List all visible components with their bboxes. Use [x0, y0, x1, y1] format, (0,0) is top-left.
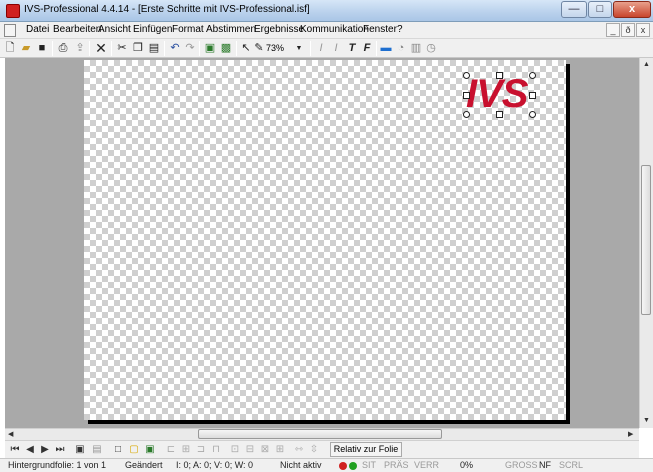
- align-center-icon: ⊞: [181, 444, 191, 455]
- paste-icon[interactable]: ▤: [147, 40, 161, 57]
- menu-bar: Datei Bearbeiten Ansicht Einfügen Format…: [0, 22, 653, 39]
- status-sit: SIT: [362, 460, 377, 470]
- chart-bar-icon[interactable]: ▥: [409, 40, 423, 57]
- next-slide-icon[interactable]: ▶: [39, 443, 51, 457]
- italic-disabled-icon: I: [319, 42, 323, 54]
- menu-help[interactable]: ?: [397, 24, 403, 35]
- same-height-icon: ⊞: [275, 444, 285, 455]
- status-percent: 0%: [460, 460, 474, 470]
- open-folder-icon[interactable]: ▰: [19, 40, 33, 57]
- export-icon[interactable]: ⇪: [73, 40, 87, 57]
- scroll-right-icon[interactable]: ▶: [628, 430, 633, 440]
- previous-slide-icon[interactable]: ◀: [24, 443, 36, 457]
- selection-handle[interactable]: [529, 72, 536, 79]
- selection-handle[interactable]: [463, 111, 470, 118]
- selection-handle[interactable]: [463, 92, 470, 99]
- new-file-icon[interactable]: 🗋: [3, 40, 17, 57]
- yellow-slide-icon[interactable]: ▢: [127, 443, 141, 457]
- ivs-logo[interactable]: IVS: [466, 74, 528, 114]
- selection-handle[interactable]: [529, 92, 536, 99]
- print-icon[interactable]: ⎙: [56, 40, 70, 57]
- window-title: IVS-Professional 4.4.14 - [Erste Schritt…: [24, 4, 310, 15]
- horizontal-scroll-thumb[interactable]: [198, 429, 442, 439]
- minimize-button[interactable]: —: [561, 1, 587, 18]
- pointer-icon[interactable]: ↖: [240, 40, 252, 57]
- slide-list-icon[interactable]: ▤: [90, 443, 104, 457]
- status-nf: NF: [539, 460, 551, 470]
- maximize-button[interactable]: □: [588, 1, 612, 18]
- zoom-dropdown-icon[interactable]: ▼: [294, 40, 304, 57]
- status-bar: Hintergrundfolie: 1 von 1 Geändert I: 0;…: [0, 458, 653, 472]
- copy-icon[interactable]: ❐: [131, 40, 145, 57]
- spacing-v-icon: ⇳: [309, 444, 319, 455]
- same-width-icon: ⊠: [260, 444, 270, 455]
- italic-icon: I: [334, 42, 338, 54]
- red-status-led-icon: [339, 462, 347, 470]
- menu-datei[interactable]: Datei: [26, 24, 49, 35]
- distribute-v-icon: ⊟: [245, 444, 255, 455]
- delete-icon[interactable]: ✕: [93, 40, 109, 57]
- first-slide-icon[interactable]: ⏮: [9, 443, 21, 457]
- menu-ergebnisse[interactable]: Ergebnisse: [254, 24, 304, 35]
- selection-handle[interactable]: [463, 72, 470, 79]
- undo-icon[interactable]: ↶: [168, 40, 182, 57]
- app-icon[interactable]: [6, 4, 20, 18]
- toolbar: 🗋 ▰ ■ ⎙ ⇪ ✕ ✂ ❐ ▤ ↶ ↷ ▣ ▩ ↖ ✎ 73% ▼ I I …: [0, 39, 653, 58]
- vertical-scroll-thumb[interactable]: [641, 165, 651, 315]
- status-background-slide: Hintergrundfolie: 1 von 1: [8, 460, 107, 470]
- align-right-icon: ⊐: [196, 444, 206, 455]
- relative-to-slide-button[interactable]: Relativ zur Folie: [330, 442, 402, 457]
- pen-icon[interactable]: ✎: [253, 40, 265, 57]
- status-active: Nicht aktiv: [280, 460, 322, 470]
- cut-icon[interactable]: ✂: [115, 40, 129, 57]
- status-gross: GROSS: [505, 460, 538, 470]
- menu-abstimmen[interactable]: Abstimmen: [206, 24, 256, 35]
- document-icon[interactable]: [4, 24, 16, 37]
- save-icon[interactable]: ■: [35, 40, 49, 57]
- selection-handle[interactable]: [496, 72, 503, 79]
- selection-handle[interactable]: [529, 111, 536, 118]
- align-top-icon: ⊓: [212, 444, 220, 455]
- send-backward-icon[interactable]: ▩: [219, 40, 233, 57]
- status-changed: Geändert: [125, 460, 163, 470]
- timer-icon[interactable]: ◷: [424, 40, 438, 57]
- bring-forward-icon[interactable]: ▣: [203, 40, 217, 57]
- last-slide-icon[interactable]: ⏭: [54, 443, 66, 457]
- mdi-restore-button[interactable]: ð: [621, 23, 635, 37]
- status-verr: VERR: [414, 460, 440, 470]
- menu-format[interactable]: Format: [172, 24, 204, 35]
- scroll-up-icon[interactable]: ▲: [643, 60, 650, 70]
- font-icon[interactable]: F: [362, 40, 372, 57]
- slide-view-icon[interactable]: ▣: [73, 443, 87, 457]
- green-slide-icon[interactable]: ▣: [143, 443, 157, 457]
- menu-bearbeiten[interactable]: Bearbeiten: [53, 24, 101, 35]
- menu-ansicht[interactable]: Ansicht: [98, 24, 131, 35]
- bold-text-icon[interactable]: T: [347, 40, 357, 57]
- status-pras: PRÄS: [384, 460, 409, 470]
- selection-handle[interactable]: [496, 111, 503, 118]
- chart-pie-icon[interactable]: ◔: [394, 40, 408, 57]
- mdi-minimize-button[interactable]: _: [606, 23, 620, 37]
- close-button[interactable]: x: [613, 1, 651, 18]
- status-coordinates: I: 0; A: 0; V: 0; W: 0: [176, 460, 254, 470]
- white-slide-icon[interactable]: □: [111, 443, 125, 457]
- mdi-close-button[interactable]: x: [636, 23, 650, 37]
- menu-einfuegen[interactable]: Einfügen: [133, 24, 172, 35]
- redo-icon[interactable]: ↷: [183, 40, 197, 57]
- green-status-led-icon: [349, 462, 357, 470]
- color-bar-icon[interactable]: ▬: [379, 40, 393, 57]
- spacing-h-icon: ⇿: [294, 444, 304, 455]
- slide-navigation-bar: ⏮ ◀ ▶ ⏭ ▣ ▤ □ ▢ ▣ ⊏ ⊞ ⊐ ⊓ ⊡ ⊟ ⊠ ⊞ ⇿ ⇳ Re…: [5, 440, 639, 458]
- scroll-left-icon[interactable]: ◀: [8, 430, 13, 440]
- status-scrl: SCRL: [559, 460, 584, 470]
- distribute-h-icon: ⊡: [230, 444, 240, 455]
- menu-fenster[interactable]: Fenster: [363, 24, 397, 35]
- scroll-down-icon[interactable]: ▼: [643, 416, 650, 426]
- menu-kommunikation[interactable]: Kommunikation: [300, 24, 369, 35]
- align-left-icon: ⊏: [166, 444, 176, 455]
